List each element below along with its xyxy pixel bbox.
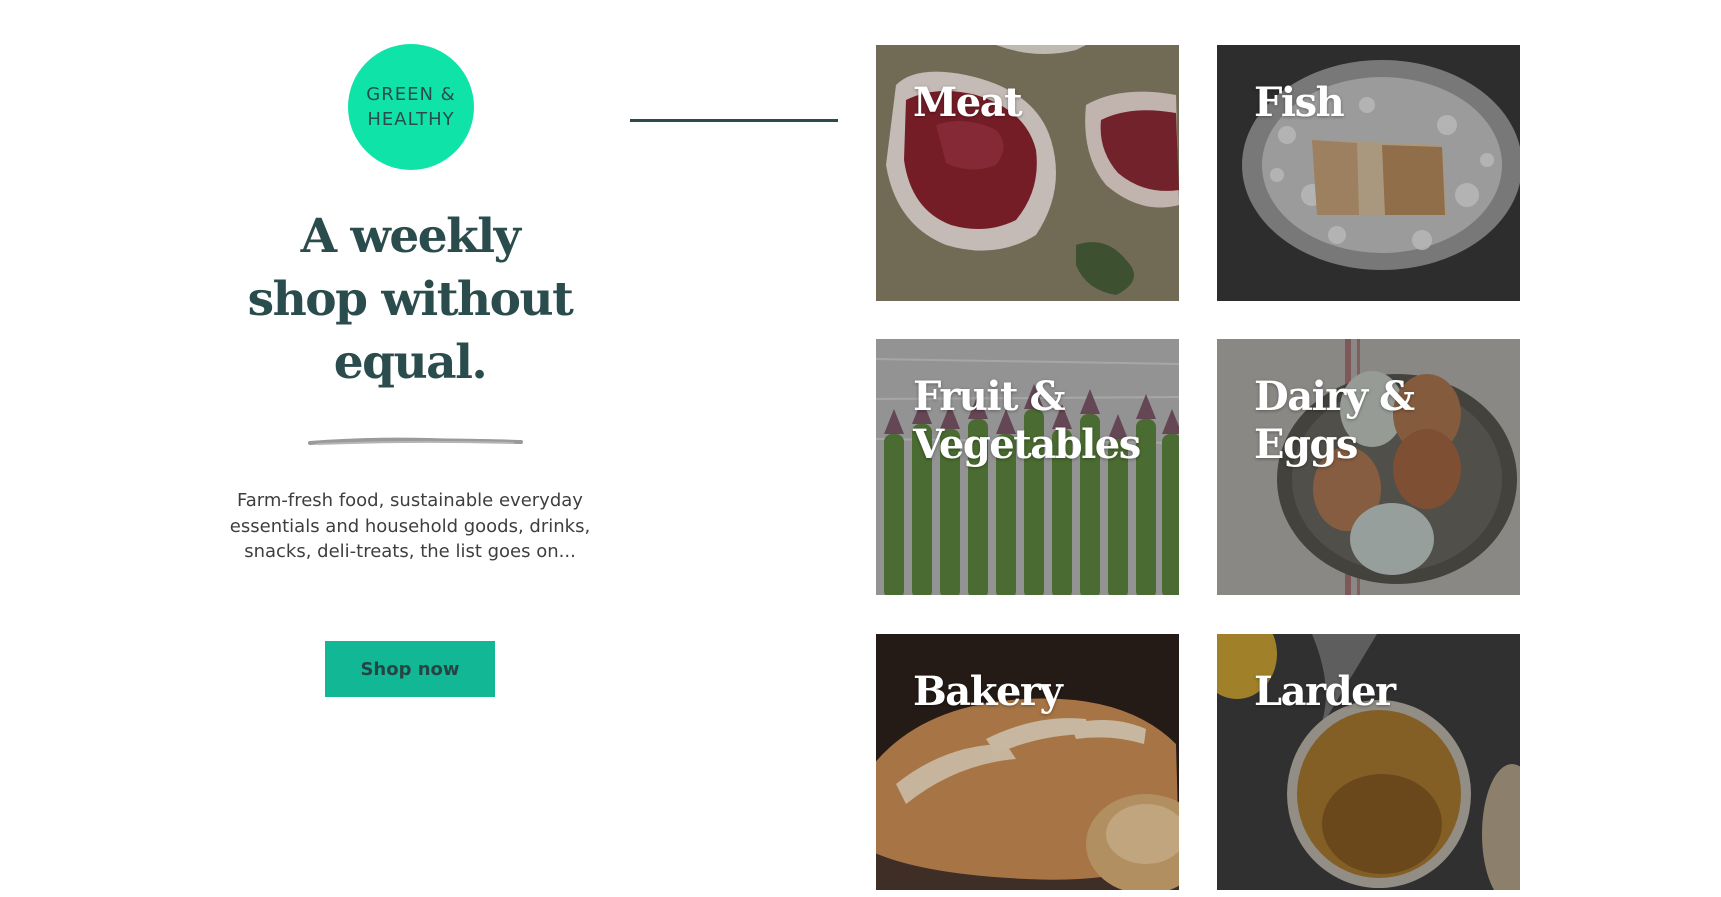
headline-line-1: A weekly [300,209,521,264]
category-label-line-1: Dairy & [1254,373,1415,420]
badge: GREEN & HEALTHY [348,44,474,170]
category-tile-fish[interactable]: Fish [1217,45,1520,301]
brush-underline [308,437,523,445]
category-label-line-1: Bakery [913,668,1063,715]
shop-now-button[interactable]: Shop now [325,641,495,697]
category-label: Meat [913,79,1173,127]
badge-line-2: HEALTHY [367,109,455,130]
category-label-line-1: Fish [1254,79,1345,126]
category-label-line-1: Larder [1254,668,1396,715]
category-label: Larder [1254,668,1514,716]
category-label-line-1: Fruit & [913,373,1066,420]
headline-line-3: equal. [333,335,488,390]
category-label-line-1: Meat [913,79,1023,126]
category-tile-bakery[interactable]: Bakery [876,634,1179,890]
category-tile-dairy-eggs[interactable]: Dairy & Eggs [1217,339,1520,595]
category-label-line-2: Vegetables [913,421,1141,468]
category-tile-larder[interactable]: Larder [1217,634,1520,890]
category-tile-meat[interactable]: Meat [876,45,1179,301]
category-label: Dairy & Eggs [1254,373,1514,469]
hero-description: Farm-fresh food, sustainable everyday es… [229,490,591,562]
category-label: Fruit & Vegetables [913,373,1173,469]
badge-line-1: GREEN & [366,84,456,105]
headline-line-2: shop without [247,272,574,327]
category-tile-fruit-vegetables[interactable]: Fruit & Vegetables [876,339,1179,595]
hero-headline: A weekly shop without equal. [200,205,620,394]
category-label: Fish [1254,79,1514,127]
category-label-line-2: Eggs [1254,421,1358,468]
category-label: Bakery [913,668,1173,716]
divider-line [630,119,838,122]
